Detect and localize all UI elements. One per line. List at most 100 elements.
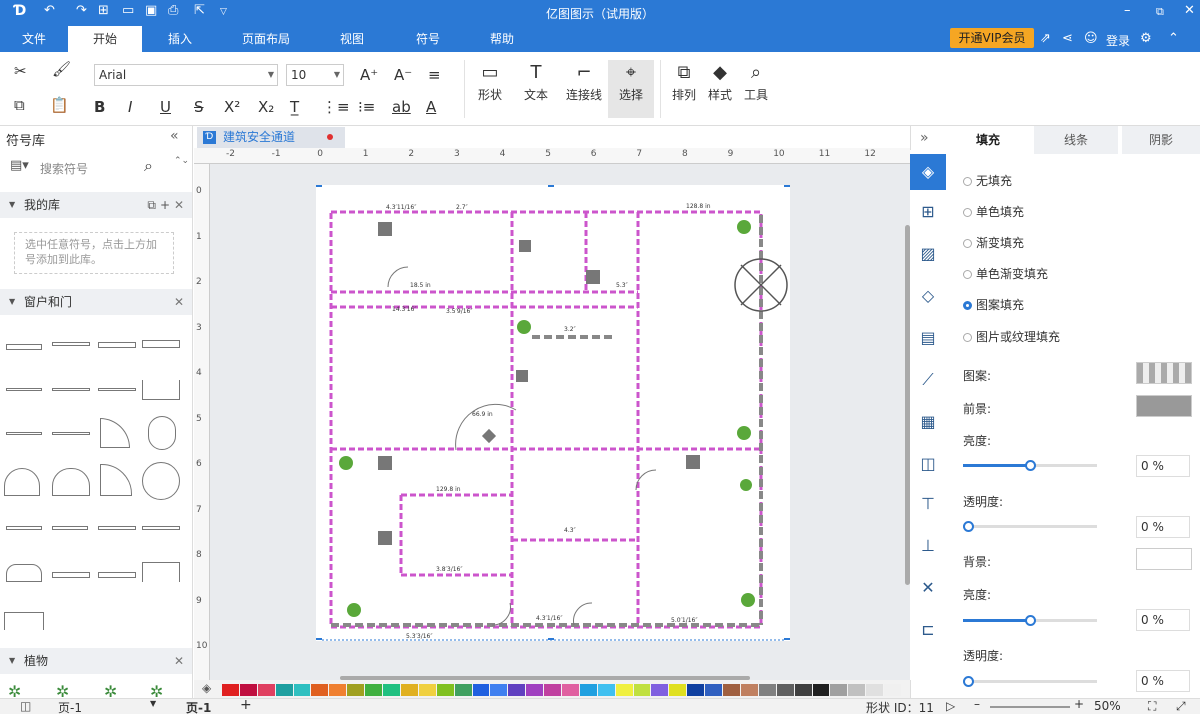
tab-fill[interactable]: 填充 bbox=[946, 126, 1030, 154]
color-swatch[interactable] bbox=[615, 684, 633, 696]
bold-icon[interactable]: B bbox=[94, 98, 105, 116]
cut-icon[interactable]: ✂ bbox=[14, 62, 27, 80]
color-swatch[interactable] bbox=[275, 684, 293, 696]
align-icon[interactable]: ≡ bbox=[428, 66, 441, 84]
zoom-in-icon[interactable]: + bbox=[1074, 697, 1084, 711]
italic-icon[interactable]: I bbox=[128, 98, 132, 116]
crop-panel-icon[interactable]: ⊏ bbox=[910, 612, 946, 648]
numbered-list-icon[interactable]: ⋮≡ bbox=[322, 98, 350, 116]
door-shape[interactable] bbox=[148, 416, 176, 450]
color-swatch[interactable] bbox=[329, 684, 347, 696]
color-swatch[interactable] bbox=[365, 684, 383, 696]
my-library-header[interactable]: ▼ 我的库 ⧉ + ✕ bbox=[0, 192, 192, 218]
brightness2-value[interactable]: 0 % bbox=[1136, 609, 1190, 631]
window-shape[interactable] bbox=[142, 562, 180, 582]
close-icon[interactable]: ✕ bbox=[174, 289, 184, 315]
color-swatch[interactable] bbox=[884, 684, 901, 696]
minimize-icon[interactable]: – bbox=[1124, 3, 1131, 18]
transparency-slider[interactable] bbox=[963, 521, 1097, 532]
fill-panel-icon[interactable]: ◈ bbox=[910, 154, 946, 190]
color-swatch[interactable] bbox=[239, 684, 257, 696]
fullscreen-icon[interactable]: ⤢ bbox=[1176, 699, 1186, 714]
settings-icon[interactable]: ⚙ bbox=[1140, 31, 1152, 46]
strikethrough-icon[interactable]: S bbox=[194, 98, 204, 116]
copy-icon[interactable]: ⧉ bbox=[14, 96, 25, 114]
page-view-icon[interactable]: ◫ bbox=[20, 699, 31, 713]
zoom-slider[interactable] bbox=[990, 706, 1070, 708]
doors-windows-header[interactable]: ▼ 窗户和门 ✕ bbox=[0, 289, 192, 315]
background-color-swatch[interactable] bbox=[1136, 548, 1192, 570]
transparency-value[interactable]: 0 % bbox=[1136, 516, 1190, 538]
grid-panel-icon[interactable]: ⊞ bbox=[910, 194, 946, 230]
slider-knob[interactable] bbox=[1025, 615, 1036, 626]
window-shape[interactable] bbox=[98, 342, 136, 348]
window-shape[interactable] bbox=[4, 612, 44, 630]
expand-panel-icon[interactable]: » bbox=[920, 130, 929, 146]
shuffle-panel-icon[interactable]: ✕ bbox=[910, 570, 946, 606]
superscript-icon[interactable]: X² bbox=[224, 98, 240, 116]
zoom-out-icon[interactable]: – bbox=[974, 697, 980, 711]
grow-font-icon[interactable]: A⁺ bbox=[360, 66, 378, 84]
floor-plan[interactable]: 4.3′11/16″ 2.7″ 128.8 in 5.3″ 14.3′16″ 3… bbox=[316, 185, 790, 641]
table-panel-icon[interactable]: ▦ bbox=[910, 404, 946, 440]
color-swatch[interactable] bbox=[848, 684, 866, 696]
expand-icon[interactable]: ⌃ bbox=[1168, 31, 1179, 46]
presentation-panel-icon[interactable]: ⊤ bbox=[910, 486, 946, 522]
fill-option-selected[interactable]: 图案填充 bbox=[963, 296, 1024, 313]
color-swatch[interactable] bbox=[293, 684, 311, 696]
fill-option[interactable]: 图片或纹理填充 bbox=[963, 328, 1060, 345]
window-shape[interactable] bbox=[6, 388, 42, 391]
window-shape[interactable] bbox=[52, 572, 90, 578]
color-swatch[interactable] bbox=[222, 684, 239, 696]
window-shape[interactable] bbox=[142, 340, 180, 348]
tab-help[interactable]: 帮助 bbox=[468, 26, 536, 52]
import-icon[interactable]: ⧉ bbox=[147, 192, 156, 218]
format-painter-icon[interactable]: 🖌 bbox=[52, 60, 71, 78]
page-select[interactable]: 页-1 bbox=[58, 699, 82, 716]
select-button[interactable]: ⌖ 选择 bbox=[608, 60, 654, 118]
highlight-icon[interactable]: ab bbox=[392, 98, 411, 116]
color-swatch[interactable] bbox=[830, 684, 848, 696]
color-swatch[interactable] bbox=[651, 684, 669, 696]
library-menu-icon[interactable]: ▤▾ bbox=[10, 158, 29, 173]
color-swatch[interactable] bbox=[508, 684, 526, 696]
color-swatch[interactable] bbox=[776, 684, 794, 696]
door-shape[interactable] bbox=[52, 432, 90, 435]
font-color-icon[interactable]: A bbox=[426, 98, 436, 116]
door-shape[interactable] bbox=[100, 418, 130, 448]
window-shape[interactable] bbox=[52, 342, 90, 346]
revolving-door-shape[interactable] bbox=[142, 462, 180, 500]
brightness2-slider[interactable] bbox=[963, 615, 1097, 626]
window-shape[interactable] bbox=[98, 388, 136, 391]
shrink-font-icon[interactable]: A⁻ bbox=[394, 66, 412, 84]
add-icon[interactable]: + bbox=[160, 192, 170, 218]
play-icon[interactable]: ▷ bbox=[946, 699, 955, 713]
brightness-slider[interactable] bbox=[963, 460, 1097, 471]
tab-page-layout[interactable]: 页面布局 bbox=[228, 26, 304, 52]
door-shape[interactable] bbox=[100, 464, 132, 496]
close-icon[interactable]: ✕ bbox=[1184, 3, 1195, 18]
door-shape[interactable] bbox=[6, 432, 42, 435]
tools-button[interactable]: ⌕ 工具 bbox=[736, 62, 776, 103]
fill-option[interactable]: 无填充 bbox=[963, 172, 1012, 189]
layout-panel-icon[interactable]: ◫ bbox=[910, 446, 946, 482]
color-swatch[interactable] bbox=[758, 684, 776, 696]
restore-icon[interactable]: ⧉ bbox=[1156, 5, 1164, 19]
share-icon[interactable]: ⇗ bbox=[1040, 31, 1051, 46]
link-icon[interactable]: ⋖ bbox=[1062, 31, 1073, 46]
foreground-color-swatch[interactable] bbox=[1136, 395, 1192, 417]
page-tab[interactable]: 页-1 bbox=[186, 699, 211, 716]
color-swatch[interactable] bbox=[705, 684, 723, 696]
tab-shadow[interactable]: 阴影 bbox=[1122, 126, 1200, 154]
plants-header[interactable]: ▼ 植物 ✕ bbox=[0, 648, 192, 674]
underline-icon[interactable]: U bbox=[160, 98, 171, 116]
color-swatch[interactable] bbox=[526, 684, 544, 696]
color-swatch[interactable] bbox=[418, 684, 436, 696]
color-swatch[interactable] bbox=[347, 684, 365, 696]
page-panel-icon[interactable]: ▤ bbox=[910, 320, 946, 356]
window-shape[interactable] bbox=[52, 388, 90, 391]
style-button[interactable]: ◆ 样式 bbox=[700, 62, 740, 103]
chart-panel-icon[interactable]: ⟋ bbox=[910, 362, 946, 398]
transparency2-slider[interactable] bbox=[963, 676, 1097, 687]
color-swatch[interactable] bbox=[544, 684, 561, 696]
